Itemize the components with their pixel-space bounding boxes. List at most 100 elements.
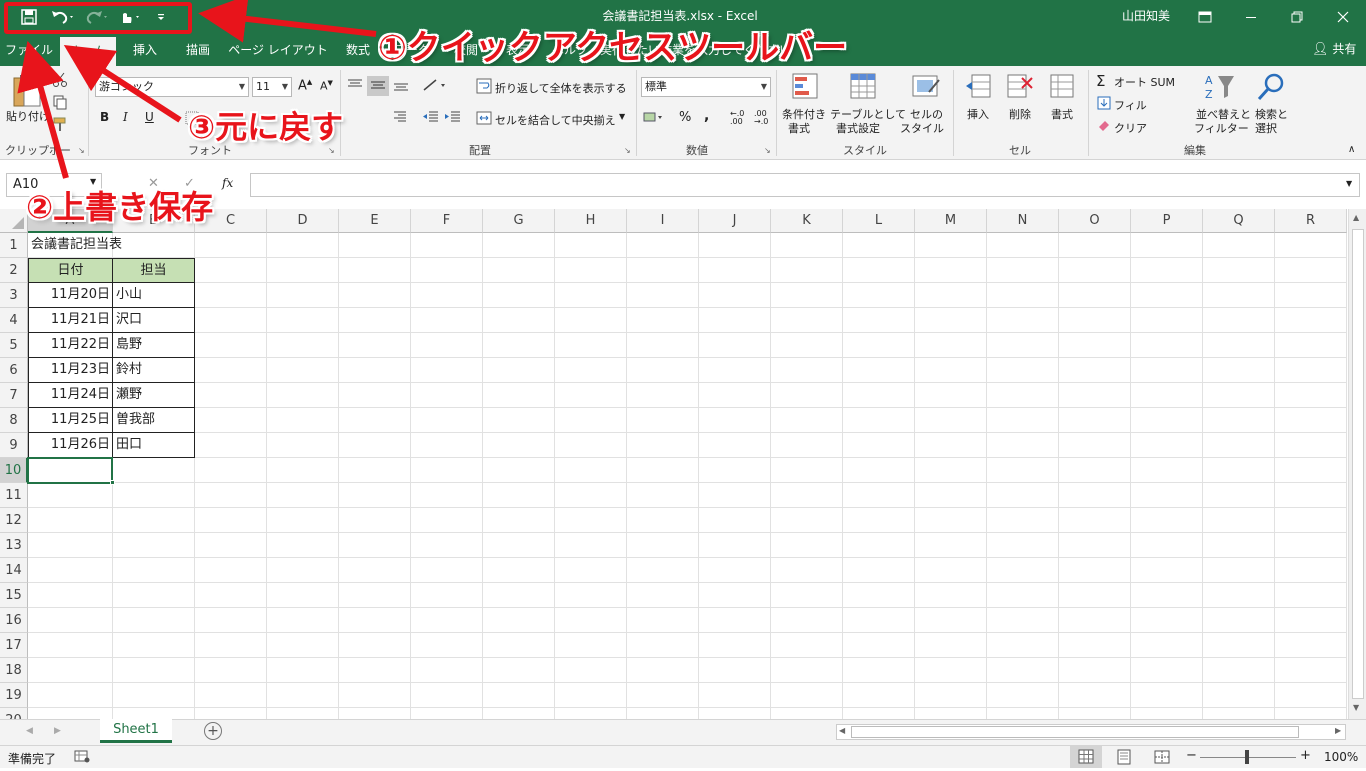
sort-filter-icon[interactable]: AZ xyxy=(1204,72,1236,105)
select-all-corner[interactable] xyxy=(0,209,28,233)
number-launcher-icon[interactable]: ↘ xyxy=(764,146,771,155)
row-header[interactable]: 16 xyxy=(0,608,28,633)
column-header[interactable]: L xyxy=(843,209,915,233)
expand-formula-bar-icon[interactable]: ▼ xyxy=(1346,179,1352,188)
decrease-font-size-icon[interactable]: A▼ xyxy=(320,79,333,93)
column-header[interactable]: F xyxy=(411,209,483,233)
vertical-scrollbar[interactable]: ▲ ▼ xyxy=(1348,209,1366,719)
zoom-slider-thumb[interactable] xyxy=(1245,750,1249,764)
normal-view-icon[interactable] xyxy=(1070,746,1102,768)
column-header[interactable]: E xyxy=(339,209,411,233)
row-header[interactable]: 13 xyxy=(0,533,28,558)
bold-button[interactable]: B xyxy=(100,110,109,124)
tab-insert[interactable]: 挿入 xyxy=(120,34,170,66)
paste-label[interactable]: 貼り付け xyxy=(6,108,50,124)
alignment-launcher-icon[interactable]: ↘ xyxy=(624,146,631,155)
page-layout-view-icon[interactable] xyxy=(1116,749,1132,768)
underline-button[interactable]: U xyxy=(145,110,154,124)
find-select-label2[interactable]: 選択 xyxy=(1255,120,1277,136)
cell-date[interactable]: 11月21日 xyxy=(28,307,113,333)
collapse-ribbon-icon[interactable]: ∧ xyxy=(1348,144,1355,155)
wrap-text-button[interactable]: 折り返して全体を表示する xyxy=(495,80,627,96)
cell-date[interactable]: 11月24日 xyxy=(28,382,113,408)
macro-record-icon[interactable] xyxy=(74,749,90,766)
merge-center-icon[interactable] xyxy=(476,110,492,129)
insert-function-button[interactable]: fx xyxy=(222,176,233,190)
row-header[interactable]: 4 xyxy=(0,308,28,333)
cell-person[interactable]: 瀬野 xyxy=(112,382,195,408)
font-size-combo[interactable]: 11 ▼ xyxy=(252,77,292,97)
format-as-table-icon[interactable] xyxy=(849,72,879,105)
add-sheet-icon[interactable]: + xyxy=(204,722,222,740)
tab-draw[interactable]: 描画 xyxy=(174,34,222,66)
format-painter-icon[interactable] xyxy=(52,116,68,135)
cell-date[interactable]: 11月23日 xyxy=(28,357,113,383)
conditional-formatting-icon[interactable] xyxy=(791,72,821,105)
scroll-down-icon[interactable]: ▼ xyxy=(1353,703,1359,712)
row-header[interactable]: 6 xyxy=(0,358,28,383)
copy-icon[interactable] xyxy=(52,94,68,113)
column-header[interactable]: I xyxy=(627,209,699,233)
minimize-icon[interactable] xyxy=(1228,0,1274,34)
orientation-icon[interactable] xyxy=(422,78,448,95)
page-break-view-icon[interactable] xyxy=(1154,749,1170,768)
cell-person[interactable]: 鈴村 xyxy=(112,357,195,383)
restore-icon[interactable] xyxy=(1274,0,1320,34)
row-header[interactable]: 5 xyxy=(0,333,28,358)
row-header[interactable]: 17 xyxy=(0,633,28,658)
cell-date[interactable]: 11月25日 xyxy=(28,407,113,433)
percent-button[interactable]: % xyxy=(679,110,691,125)
number-format-combo[interactable]: 標準 ▼ xyxy=(641,77,771,97)
format-cells-icon[interactable] xyxy=(1048,72,1076,103)
row-header[interactable]: 10 xyxy=(0,458,28,483)
zoom-level[interactable]: 100% xyxy=(1324,750,1358,764)
cell-person[interactable]: 田口 xyxy=(112,432,195,458)
column-header[interactable]: Q xyxy=(1203,209,1275,233)
column-header[interactable]: N xyxy=(987,209,1059,233)
worksheet-grid[interactable]: ABCDEFGHIJKLMNOPQR 1 2 3 4 5 6 7 8 9 10 11 12 13 14 15… xyxy=(0,209,1348,719)
align-right-icon[interactable] xyxy=(392,110,408,127)
cell-header-person[interactable]: 担当 xyxy=(112,258,195,283)
column-header[interactable]: J xyxy=(699,209,771,233)
horizontal-scrollbar[interactable]: ◀ ▶ xyxy=(836,724,1346,740)
cell-date[interactable]: 11月22日 xyxy=(28,332,113,358)
align-bottom-icon[interactable] xyxy=(392,78,410,95)
scroll-thumb[interactable] xyxy=(1352,229,1364,699)
column-header[interactable]: K xyxy=(771,209,843,233)
format-cells-label[interactable]: 書式 xyxy=(1051,106,1073,122)
scroll-up-icon[interactable]: ▲ xyxy=(1353,213,1359,222)
cell-date[interactable]: 11月20日 xyxy=(28,282,113,308)
selected-cell[interactable] xyxy=(27,457,113,484)
row-header[interactable]: 11 xyxy=(0,483,28,508)
scroll-left-icon[interactable]: ◀ xyxy=(839,726,845,735)
close-icon[interactable] xyxy=(1320,0,1366,34)
row-header[interactable]: 3 xyxy=(0,283,28,308)
increase-indent-icon[interactable] xyxy=(444,110,462,127)
column-header[interactable]: M xyxy=(915,209,987,233)
paste-icon[interactable] xyxy=(10,72,44,110)
ribbon-display-options-icon[interactable] xyxy=(1182,0,1228,34)
merge-dropdown-icon[interactable]: ▼ xyxy=(619,112,625,121)
column-header[interactable]: R xyxy=(1275,209,1347,233)
cell-styles-icon[interactable] xyxy=(911,72,941,105)
sort-filter-label2[interactable]: フィルター xyxy=(1194,120,1249,136)
column-header[interactable]: P xyxy=(1131,209,1203,233)
prev-sheet-icon[interactable]: ◀ xyxy=(26,726,33,736)
h-scroll-thumb[interactable] xyxy=(851,726,1299,738)
row-header[interactable]: 9 xyxy=(0,433,28,458)
cell-person[interactable]: 島野 xyxy=(112,332,195,358)
row-header[interactable]: 2 xyxy=(0,258,28,283)
share-button[interactable]: 👤︎ 共有 xyxy=(1312,34,1356,66)
delete-cells-icon[interactable] xyxy=(1006,72,1034,103)
zoom-in-icon[interactable]: + xyxy=(1300,748,1311,763)
fill-handle[interactable] xyxy=(110,480,115,485)
row-header[interactable]: 18 xyxy=(0,658,28,683)
zoom-out-icon[interactable]: − xyxy=(1186,748,1197,763)
tab-home[interactable]: ホーム xyxy=(60,37,116,66)
tab-file[interactable]: ファイル xyxy=(0,34,58,66)
row-header[interactable]: 14 xyxy=(0,558,28,583)
format-as-table-label2[interactable]: 書式設定 xyxy=(836,120,880,136)
row-header[interactable]: 1 xyxy=(0,233,28,258)
cell-styles-label2[interactable]: スタイル xyxy=(900,120,944,136)
insert-cells-label[interactable]: 挿入 xyxy=(967,106,989,122)
